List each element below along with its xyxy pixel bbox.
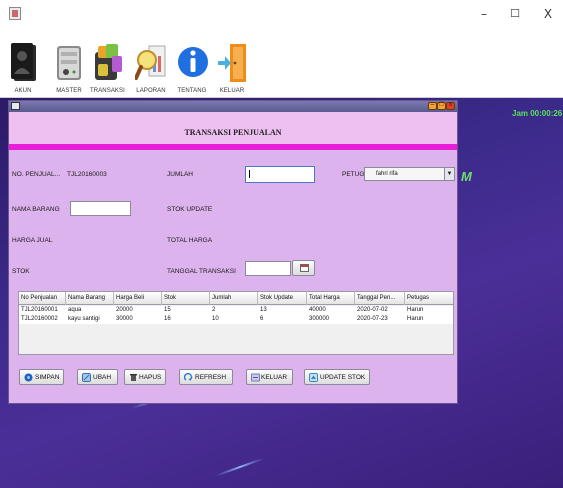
- transaction-icon: [95, 44, 122, 80]
- transaksi-penjualan-window: – □ x TRANSAKSI PENJUALAN: [8, 100, 458, 404]
- tanggal-transaksi-label: TANGGAL TRANSAKSI: [167, 268, 236, 275]
- column-header[interactable]: Tanggal Pen...: [355, 292, 405, 305]
- keluar-button[interactable]: KELUAR: [246, 369, 293, 385]
- text-caret: [249, 170, 250, 178]
- save-disk-icon: [24, 373, 33, 382]
- toolbar-akun-button[interactable]: AKUN: [8, 34, 38, 98]
- column-header[interactable]: Petugas: [405, 292, 453, 305]
- table-cell: Harun: [407, 307, 424, 313]
- nama-barang-input[interactable]: [71, 202, 130, 215]
- column-header[interactable]: Stok: [162, 292, 210, 305]
- column-header[interactable]: Harga Beli: [114, 292, 162, 305]
- jumlah-input[interactable]: [246, 167, 314, 182]
- close-button[interactable]: X: [538, 7, 558, 21]
- table-header: No Penjualan Nama Barang Harga Beli Stok…: [19, 292, 453, 305]
- window-titlebar: – ☐ X: [0, 0, 563, 34]
- stok-update-label: STOK UPDATE: [167, 206, 213, 213]
- table-cell: TJL20160002: [21, 316, 58, 322]
- table-cell: 30000: [116, 316, 133, 322]
- form-title: TRANSAKSI PENJUALAN: [184, 128, 282, 137]
- info-icon: [178, 47, 208, 77]
- column-header[interactable]: No Penjualan: [19, 292, 66, 305]
- toolbar-tentang-button[interactable]: TENTANG: [175, 34, 209, 98]
- transaksi-table[interactable]: No Penjualan Nama Barang Harga Beli Stok…: [18, 291, 454, 355]
- hapus-button[interactable]: HAPUS: [124, 369, 166, 385]
- server-icon: [57, 46, 81, 80]
- table-cell: Harun: [407, 316, 424, 322]
- table-cell: 6: [260, 316, 264, 322]
- frame-maximize-button[interactable]: □: [437, 101, 446, 110]
- total-harga-label: TOTAL HARGA: [167, 237, 213, 244]
- refresh-button[interactable]: REFRESH: [179, 369, 233, 385]
- petugas-selected-value: fahri rifa: [376, 171, 398, 177]
- tanggal-transaksi-input[interactable]: [246, 262, 290, 275]
- jumlah-field[interactable]: [245, 166, 315, 183]
- chevron-down-icon[interactable]: ▼: [444, 168, 454, 180]
- no-penjualan-label: NO. PENJUAL...: [12, 171, 61, 178]
- update-stok-button[interactable]: UPDATE STOK: [304, 369, 370, 385]
- harga-jual-label: HARGA JUAL: [12, 237, 53, 244]
- nama-barang-field[interactable]: [70, 201, 131, 216]
- exit-icon: [251, 373, 260, 382]
- edit-icon: [82, 373, 91, 382]
- clock-label: Jam 00:00:26: [512, 109, 563, 118]
- main-toolbar: AKUN MASTER TRANSAKSI LAPORAN TENTANG KE…: [0, 34, 563, 98]
- table-cell: 10: [212, 316, 219, 322]
- column-header[interactable]: Total Harga: [307, 292, 355, 305]
- table-cell: 2: [212, 307, 216, 313]
- frame-menu-icon[interactable]: [11, 102, 20, 110]
- form-header-band: TRANSAKSI PENJUALAN: [9, 112, 457, 150]
- table-cell: TJL20160001: [21, 307, 58, 313]
- minimize-button[interactable]: –: [474, 7, 494, 21]
- calendar-icon: [300, 264, 309, 272]
- update-stock-icon: [309, 373, 318, 382]
- date-picker-button[interactable]: [292, 260, 315, 276]
- internal-frame-titlebar: – □ x: [9, 101, 457, 112]
- toolbar-transaksi-button[interactable]: TRANSAKSI: [90, 34, 125, 98]
- simpan-button[interactable]: SIMPAN: [19, 369, 64, 385]
- no-penjualan-value: TJL20160003: [67, 171, 107, 178]
- table-cell: 13: [260, 307, 267, 313]
- toolbar-master-button[interactable]: MASTER: [54, 34, 84, 98]
- tanggal-transaksi-field[interactable]: [245, 261, 291, 276]
- petugas-select[interactable]: fahri rifa ▼: [364, 167, 455, 181]
- user-card-icon: [11, 43, 36, 81]
- table-cell: 20000: [116, 307, 133, 313]
- table-cell: 40000: [309, 307, 326, 313]
- toolbar-laporan-button[interactable]: LAPORAN: [133, 34, 169, 98]
- toolbar-keluar-button[interactable]: KELUAR: [215, 34, 249, 98]
- table-cell: 2020-07-02: [357, 307, 388, 313]
- table-cell: 15: [164, 307, 171, 313]
- frame-close-button[interactable]: x: [446, 101, 455, 110]
- column-header[interactable]: Stok Update: [258, 292, 307, 305]
- ubah-button[interactable]: UBAH: [77, 369, 118, 385]
- app-icon: [9, 7, 21, 20]
- table-cell: aqua: [68, 307, 82, 313]
- table-cell: 300000: [309, 316, 330, 322]
- exit-door-icon: [218, 44, 246, 82]
- nama-barang-label: NAMA BARANG: [12, 206, 60, 213]
- maximize-button[interactable]: ☐: [505, 7, 525, 20]
- table-cell: kayu santigi: [68, 316, 100, 322]
- background-text: M: [461, 169, 472, 184]
- table-row[interactable]: TJL20160001 aqua 20000 15 2 13 40000 202…: [19, 306, 453, 315]
- delete-icon: [130, 374, 137, 381]
- stok-label: STOK: [12, 268, 30, 275]
- table-row[interactable]: TJL20160002 kayu santigi 30000 16 10 6 3…: [19, 315, 453, 324]
- table-cell: 2020-07-23: [357, 316, 388, 322]
- frame-minimize-button[interactable]: –: [428, 101, 437, 110]
- jumlah-label: JUMLAH: [167, 171, 194, 178]
- magnifier-report-icon: [135, 45, 166, 80]
- background-streak: [216, 457, 264, 477]
- column-header[interactable]: Jumlah: [210, 292, 258, 305]
- column-header[interactable]: Nama Barang: [66, 292, 114, 305]
- table-cell: 16: [164, 316, 171, 322]
- refresh-icon: [184, 373, 193, 381]
